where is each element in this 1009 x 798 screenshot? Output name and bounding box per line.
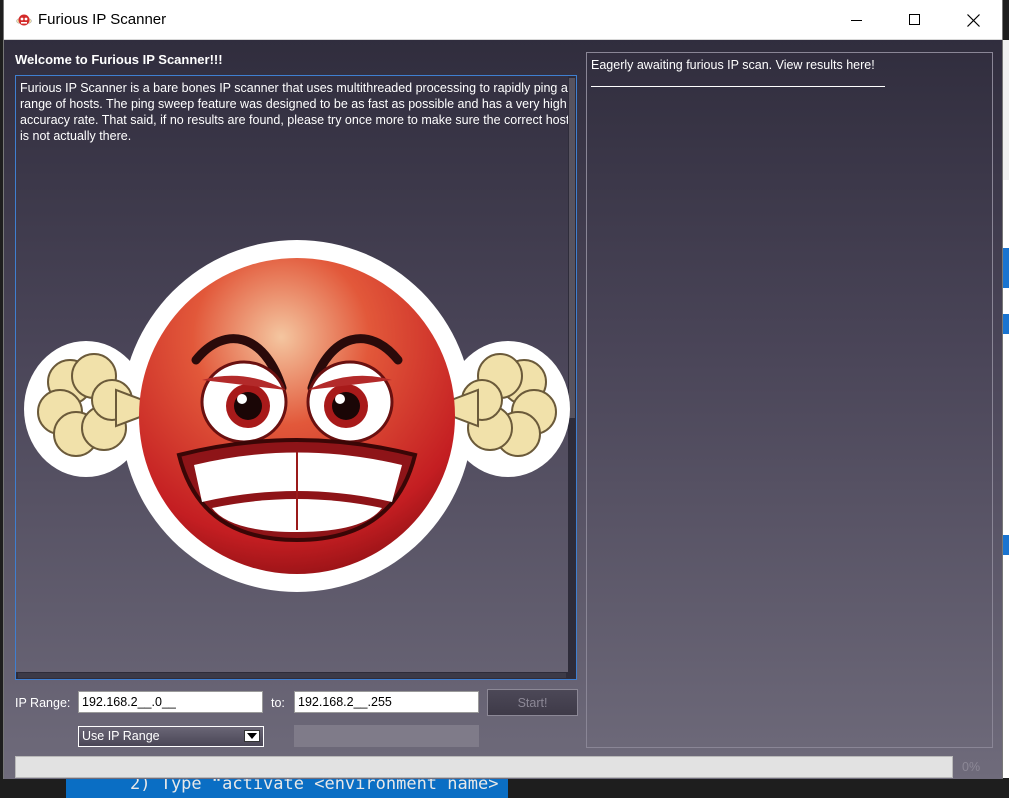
progress-percent: 0% <box>962 760 981 774</box>
background-terminal: 2) Type “activate <environment name> <box>0 778 1009 798</box>
close-button[interactable] <box>944 0 1002 40</box>
scan-mode-value: Use IP Range <box>82 729 160 743</box>
results-panel: Eagerly awaiting furious IP scan. View r… <box>586 52 993 748</box>
start-button[interactable]: Start! <box>487 689 578 716</box>
background-strip <box>1003 248 1009 288</box>
background-strip <box>1003 40 1009 180</box>
app-window: Furious IP Scanner Welcome to Furious IP… <box>3 0 1003 779</box>
ip-range-label: IP Range: <box>15 696 71 710</box>
disabled-input <box>294 725 479 747</box>
minimize-button[interactable] <box>828 0 886 40</box>
maximize-icon <box>909 14 920 25</box>
ip-range-end-input[interactable] <box>294 691 479 713</box>
window-title: Furious IP Scanner <box>38 11 167 28</box>
chevron-down-icon[interactable] <box>244 730 260 742</box>
angry-face-icon <box>16 12 32 28</box>
angry-emoji-illustration <box>24 240 570 592</box>
welcome-heading: Welcome to Furious IP Scanner!!! <box>15 52 223 67</box>
ip-range-to-label: to: <box>271 696 285 710</box>
scan-progress-bar <box>15 756 953 778</box>
background-strip <box>1003 314 1009 334</box>
title-bar: Furious IP Scanner <box>4 0 1002 40</box>
scan-mode-select[interactable]: Use IP Range <box>78 726 264 747</box>
results-divider <box>591 86 885 87</box>
terminal-text: 2) Type “activate <environment name> <box>130 778 499 794</box>
scrollbar-thumb[interactable] <box>18 673 566 678</box>
minimize-icon <box>851 20 862 21</box>
results-status: Eagerly awaiting furious IP scan. View r… <box>591 58 875 72</box>
maximize-button[interactable] <box>886 0 944 40</box>
ip-range-start-input[interactable] <box>78 691 263 713</box>
description-text: Furious IP Scanner is a bare bones IP sc… <box>20 81 570 143</box>
background-strip <box>1003 535 1009 555</box>
close-icon <box>966 13 980 27</box>
horizontal-scrollbar[interactable] <box>16 672 576 679</box>
